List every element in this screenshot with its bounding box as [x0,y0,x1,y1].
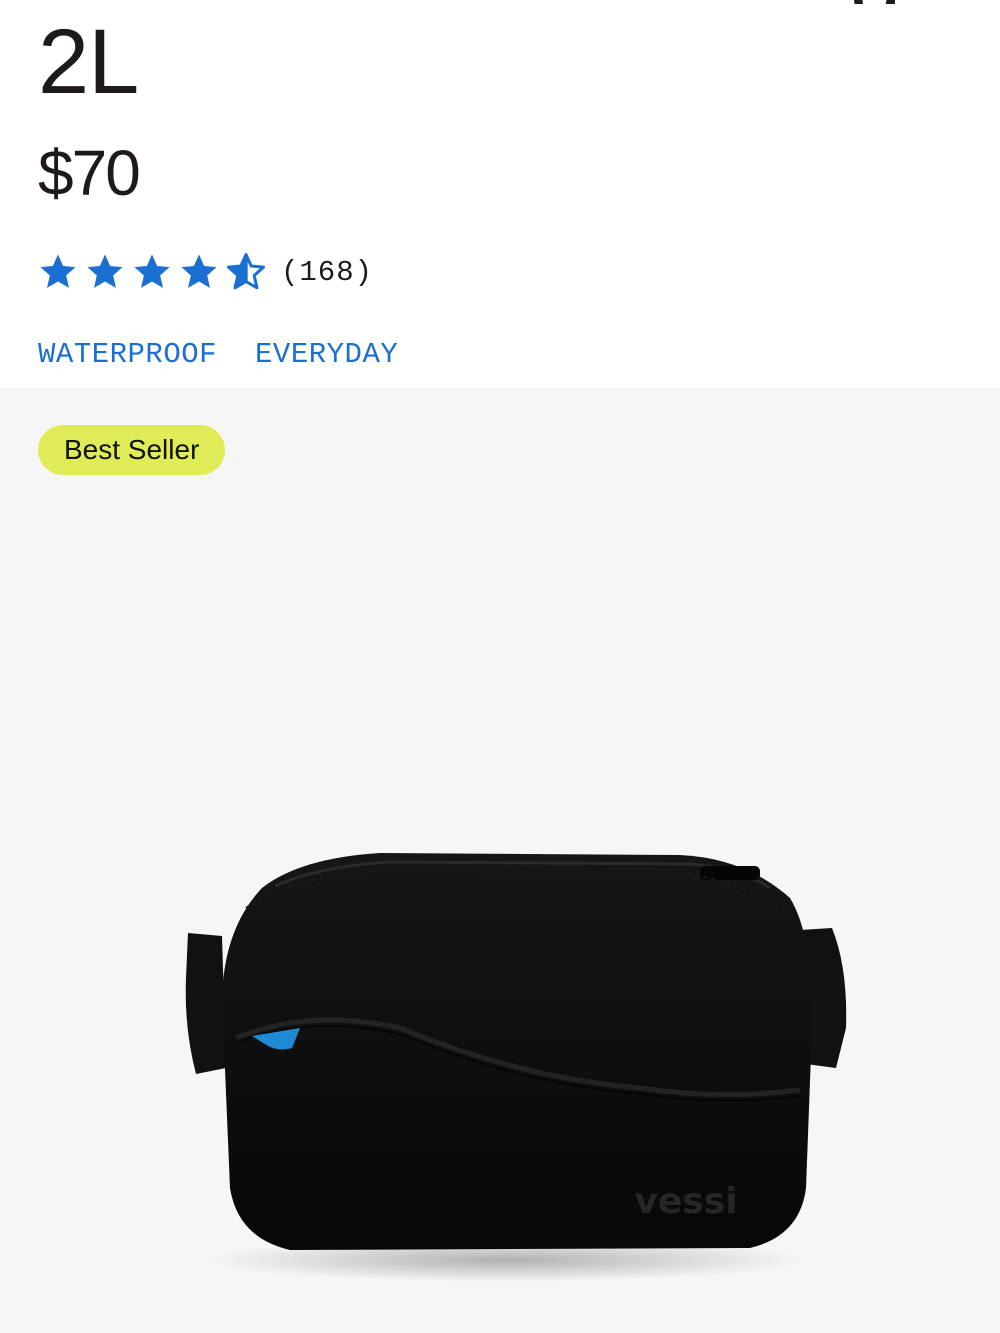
product-image-panel[interactable]: vessi Best Seller [0,388,1000,1333]
star-icon [87,254,123,288]
star-icon [134,254,170,288]
half-star-icon [227,253,265,290]
product-price: $70 [38,137,141,209]
brand-mark: vessi [634,1181,737,1222]
product-detail-page: g 2L $70 (168) [0,0,1000,1333]
product-tags: WATERPROOF EVERYDAY [38,338,436,371]
star-rating [38,252,273,292]
left-strap [185,933,226,1074]
star-icon [40,254,76,288]
title-cutoff-fragment: g [850,0,910,4]
review-count[interactable]: (168) [281,256,373,289]
tag-waterproof[interactable]: WATERPROOF [38,338,217,371]
product-title: 2L [38,11,139,113]
best-seller-badge: Best Seller [38,425,226,475]
product-image: vessi [185,853,847,1282]
product-rating[interactable]: (168) [38,248,373,296]
star-icon [181,254,217,288]
zipper-pull [700,866,760,880]
tag-everyday[interactable]: EVERYDAY [255,338,398,371]
